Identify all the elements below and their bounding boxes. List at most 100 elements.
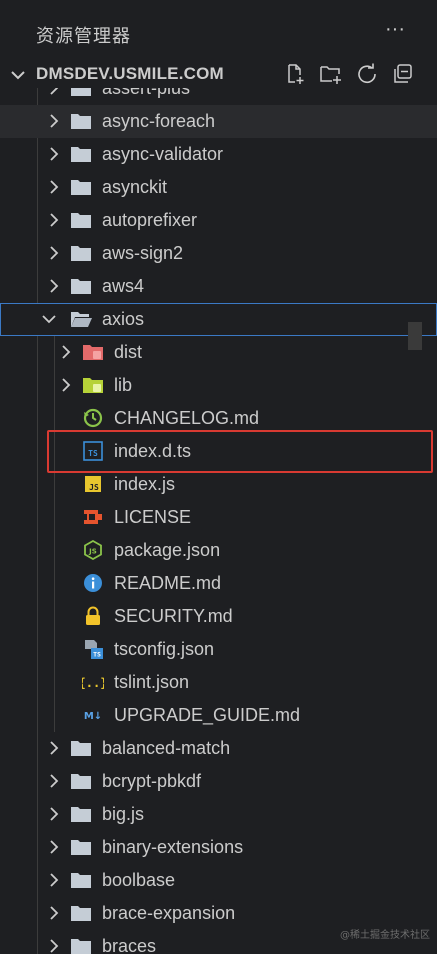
refresh-button[interactable] xyxy=(352,60,382,88)
javascript-icon: JS xyxy=(85,476,101,492)
folder-icon xyxy=(71,213,91,228)
typescript-definition-icon: TS xyxy=(83,441,103,461)
workspace-actions xyxy=(280,60,418,88)
tree-folder[interactable]: autoprefixer xyxy=(0,204,437,237)
folder-icon xyxy=(71,741,91,756)
tree-file[interactable]: SECURITY.md xyxy=(0,600,437,633)
tree-folder[interactable]: binary-extensions xyxy=(0,831,437,864)
tree-folder[interactable]: aws-sign2 xyxy=(0,237,437,270)
tree-item-label: index.d.ts xyxy=(114,441,192,461)
tree-item-label: package.json xyxy=(114,540,221,560)
scrollbar-thumb[interactable] xyxy=(408,322,422,350)
tree-item-label: async-validator xyxy=(102,144,224,164)
json-icon: {..} xyxy=(82,676,104,690)
chevron-right-icon xyxy=(50,88,59,95)
tree-item-label: LICENSE xyxy=(114,507,192,527)
chevron-right-icon xyxy=(50,279,59,293)
folder-icon xyxy=(71,873,91,888)
tree-folder-axios[interactable]: axios xyxy=(0,303,437,336)
chevron-right-icon xyxy=(50,147,59,161)
tree-item-label: tslint.json xyxy=(114,672,190,692)
folder-dist-icon xyxy=(83,345,103,360)
new-file-button[interactable] xyxy=(280,60,310,88)
tree-item-label: big.js xyxy=(102,804,145,824)
collapse-all-button[interactable] xyxy=(388,60,418,88)
file-tree: assert-plus async-foreach async-validato… xyxy=(0,88,437,954)
tree-item-label: axios xyxy=(102,309,145,329)
tree-item-label: assert-plus xyxy=(102,88,191,98)
tree-item-label: braces xyxy=(102,936,157,954)
tree-file[interactable]: TS tsconfig.json xyxy=(0,633,437,666)
tree-folder[interactable]: assert-plus xyxy=(0,88,437,105)
changelog-icon xyxy=(83,408,103,428)
tree-item-label: balanced-match xyxy=(102,738,231,758)
svg-text:M↓: M↓ xyxy=(84,711,102,722)
tree-item-label: aws-sign2 xyxy=(102,243,184,263)
svg-text:JS: JS xyxy=(89,483,99,492)
tree-item-label: async-foreach xyxy=(102,111,216,131)
tree-folder[interactable]: boolbase xyxy=(0,864,437,897)
svg-text:TS: TS xyxy=(93,651,101,659)
tree-item-label: index.js xyxy=(114,474,176,494)
tree-file[interactable]: TS index.d.ts xyxy=(0,435,437,468)
tree-item-label: tsconfig.json xyxy=(114,639,215,659)
tree-folder[interactable]: big.js xyxy=(0,798,437,831)
folder-icon xyxy=(71,114,91,129)
svg-text:{..}: {..} xyxy=(82,676,104,690)
chevron-right-icon xyxy=(62,378,71,392)
tree-folder[interactable]: lib xyxy=(0,369,437,402)
tree-folder[interactable]: async-validator xyxy=(0,138,437,171)
tree-item-label: autoprefixer xyxy=(102,210,198,230)
tree-item-label: CHANGELOG.md xyxy=(114,408,260,428)
chevron-down-icon xyxy=(42,315,56,324)
svg-text:JS: JS xyxy=(88,548,97,556)
folder-icon xyxy=(71,180,91,195)
tree-folder[interactable]: bcrypt-pbkdf xyxy=(0,765,437,798)
tree-item-label: boolbase xyxy=(102,870,176,890)
info-icon xyxy=(84,574,102,592)
lock-icon xyxy=(86,606,100,625)
new-folder-button[interactable] xyxy=(316,60,346,88)
tree-file[interactable]: CHANGELOG.md xyxy=(0,402,437,435)
tree-item-label: bcrypt-pbkdf xyxy=(102,771,202,791)
folder-icon xyxy=(71,807,91,822)
tree-folder[interactable]: async-foreach xyxy=(0,105,437,138)
tree-file[interactable]: JS index.js xyxy=(0,468,437,501)
new-file-icon xyxy=(288,64,304,84)
explorer-titlebar: 资源管理器 ··· xyxy=(0,0,437,62)
tree-file[interactable]: JS package.json xyxy=(0,534,437,567)
workspace-name: DMSDEV.USMILE.COM xyxy=(36,64,224,83)
chevron-right-icon xyxy=(50,246,59,260)
tree-file[interactable]: {..} tslint.json xyxy=(0,666,437,699)
more-actions-button[interactable]: ··· xyxy=(378,18,412,46)
tree-folder[interactable]: asynckit xyxy=(0,171,437,204)
chevron-right-icon xyxy=(50,180,59,194)
tree-folder[interactable]: aws4 xyxy=(0,270,437,303)
chevron-right-icon xyxy=(50,873,59,887)
tree-item-label: asynckit xyxy=(102,177,168,197)
tree-item-label: dist xyxy=(114,342,143,362)
tree-file[interactable]: README.md xyxy=(0,567,437,600)
tree-item-label: binary-extensions xyxy=(102,837,244,857)
folder-icon xyxy=(71,88,91,96)
tree-file[interactable]: M↓ UPGRADE_GUIDE.md xyxy=(0,699,437,732)
tree-folder[interactable]: dist xyxy=(0,336,437,369)
refresh-icon xyxy=(358,63,376,84)
chevron-right-icon xyxy=(50,114,59,128)
markdown-icon: M↓ xyxy=(84,711,102,722)
folder-icon xyxy=(71,840,91,855)
tree-item-label: SECURITY.md xyxy=(114,606,233,626)
workspace-header[interactable]: DMSDEV.USMILE.COM xyxy=(0,62,437,88)
new-folder-icon xyxy=(320,66,341,84)
folder-icon xyxy=(71,906,91,921)
collapse-all-icon xyxy=(394,64,412,83)
chevron-right-icon xyxy=(50,213,59,227)
tree-item-label: aws4 xyxy=(102,276,145,296)
nodejs-icon: JS xyxy=(84,540,102,560)
tree-folder[interactable]: balanced-match xyxy=(0,732,437,765)
tree-file[interactable]: LICENSE xyxy=(0,501,437,534)
chevron-right-icon xyxy=(50,906,59,920)
folder-icon xyxy=(71,279,91,294)
chevron-down-icon xyxy=(11,71,25,80)
license-icon xyxy=(84,510,102,524)
